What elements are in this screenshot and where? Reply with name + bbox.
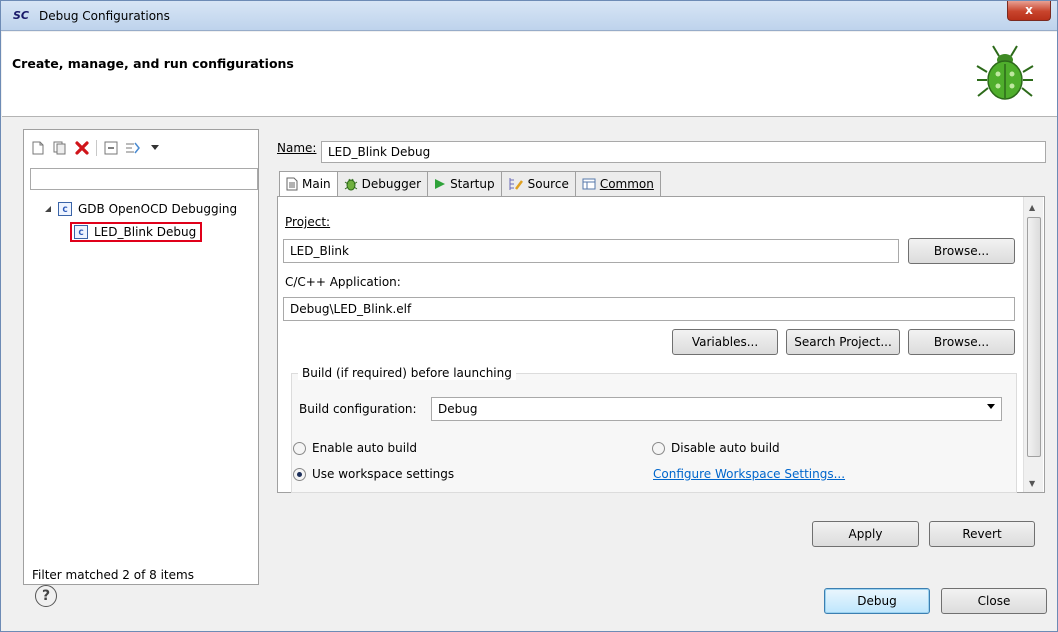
apply-button[interactable]: Apply (812, 521, 919, 547)
radio-icon (293, 441, 306, 455)
tab-label: Debugger (361, 177, 422, 191)
filter-input[interactable] (30, 168, 258, 190)
close-button[interactable]: Close (941, 588, 1047, 614)
debug-button[interactable]: Debug (824, 588, 930, 614)
c-config-icon: c (74, 225, 88, 239)
tree-item-label: GDB OpenOCD Debugging (78, 202, 238, 216)
chevron-down-icon (987, 404, 995, 409)
application-label: C/C++ Application: (285, 275, 401, 289)
enable-auto-build-radio[interactable]: Enable auto build (293, 441, 417, 455)
configure-workspace-link[interactable]: Configure Workspace Settings... (653, 467, 845, 481)
project-label: Project: (285, 215, 331, 229)
tab-label: Startup (450, 177, 495, 191)
build-group-title: Build (if required) before launching (298, 366, 516, 380)
name-label: Name: (277, 141, 317, 155)
tab-source[interactable]: Source (501, 171, 576, 197)
variables-button[interactable]: Variables... (672, 329, 778, 355)
tree-item-led-blink-debug[interactable]: c LED_Blink Debug (70, 222, 203, 242)
debugger-tab-icon (344, 178, 357, 191)
title-bar[interactable]: SC Debug Configurations x (1, 1, 1057, 31)
name-row: Name: (277, 141, 316, 155)
debug-configurations-window: SC Debug Configurations x Create, manage… (0, 0, 1058, 632)
help-icon[interactable]: ? (35, 585, 57, 607)
tab-startup[interactable]: Startup (428, 171, 502, 197)
radio-label: Disable auto build (671, 441, 780, 455)
project-browse-button[interactable]: Browse... (908, 238, 1015, 264)
radio-label: Enable auto build (312, 441, 418, 455)
tree-item-gdb-openocd[interactable]: c GDB OpenOCD Debugging (44, 202, 237, 216)
tab-debugger[interactable]: Debugger (337, 171, 429, 197)
build-config-select[interactable]: Debug (431, 397, 1002, 421)
scroll-down-icon[interactable]: ▼ (1029, 479, 1035, 488)
app-logo: SC (13, 9, 29, 22)
configuration-tree-pane: c GDB OpenOCD Debugging c LED_Blink Debu… (23, 129, 259, 585)
window-close-button[interactable]: x (1007, 1, 1051, 21)
config-tabs: Main Debugger Startup Source Common (279, 171, 661, 197)
disable-auto-build-radio[interactable]: Disable auto build (652, 441, 780, 455)
tab-label: Common (599, 177, 654, 191)
use-workspace-settings-radio[interactable]: Use workspace settings (293, 467, 454, 481)
delete-icon[interactable] (74, 140, 90, 156)
tree-toolbar (30, 138, 163, 158)
window-title: Debug Configurations (39, 9, 170, 23)
header-banner: Create, manage, and run configurations (2, 32, 1057, 117)
expand-triangle-icon[interactable] (44, 205, 52, 213)
duplicate-icon[interactable] (52, 140, 68, 156)
build-config-value: Debug (438, 402, 478, 416)
tab-common[interactable]: Common (575, 171, 661, 197)
name-input[interactable]: LED_Blink Debug (321, 141, 1046, 163)
dropdown-icon[interactable] (147, 140, 163, 156)
radio-label: Use workspace settings (312, 467, 455, 481)
bug-icon (976, 45, 1034, 100)
scroll-thumb[interactable] (1027, 217, 1041, 457)
tab-label: Main (302, 177, 331, 191)
tab-main[interactable]: Main (279, 171, 338, 197)
main-tab-icon (286, 177, 298, 191)
application-browse-button[interactable]: Browse... (908, 329, 1015, 355)
tab-scrollbar[interactable]: ▲ ▼ (1023, 197, 1043, 492)
c-config-icon: c (58, 202, 72, 216)
build-config-label: Build configuration: (299, 402, 417, 416)
revert-button[interactable]: Revert (929, 521, 1035, 547)
banner-title: Create, manage, and run configurations (12, 56, 294, 71)
new-config-icon[interactable] (30, 140, 46, 156)
radio-icon (652, 441, 665, 455)
search-project-button[interactable]: Search Project... (786, 329, 900, 355)
filter-icon[interactable] (125, 140, 141, 156)
source-tab-icon (509, 178, 523, 190)
scroll-up-icon[interactable]: ▲ (1029, 203, 1035, 212)
tab-label: Source (527, 177, 569, 191)
common-tab-icon (582, 178, 596, 190)
collapse-all-icon[interactable] (103, 140, 119, 156)
tree-item-label: LED_Blink Debug (94, 225, 197, 239)
filter-status: Filter matched 2 of 8 items (32, 568, 194, 582)
application-input[interactable]: Debug\LED_Blink.elf (283, 297, 1015, 321)
project-input[interactable]: LED_Blink (283, 239, 899, 263)
radio-selected-icon (293, 467, 306, 481)
startup-tab-icon (435, 179, 446, 189)
